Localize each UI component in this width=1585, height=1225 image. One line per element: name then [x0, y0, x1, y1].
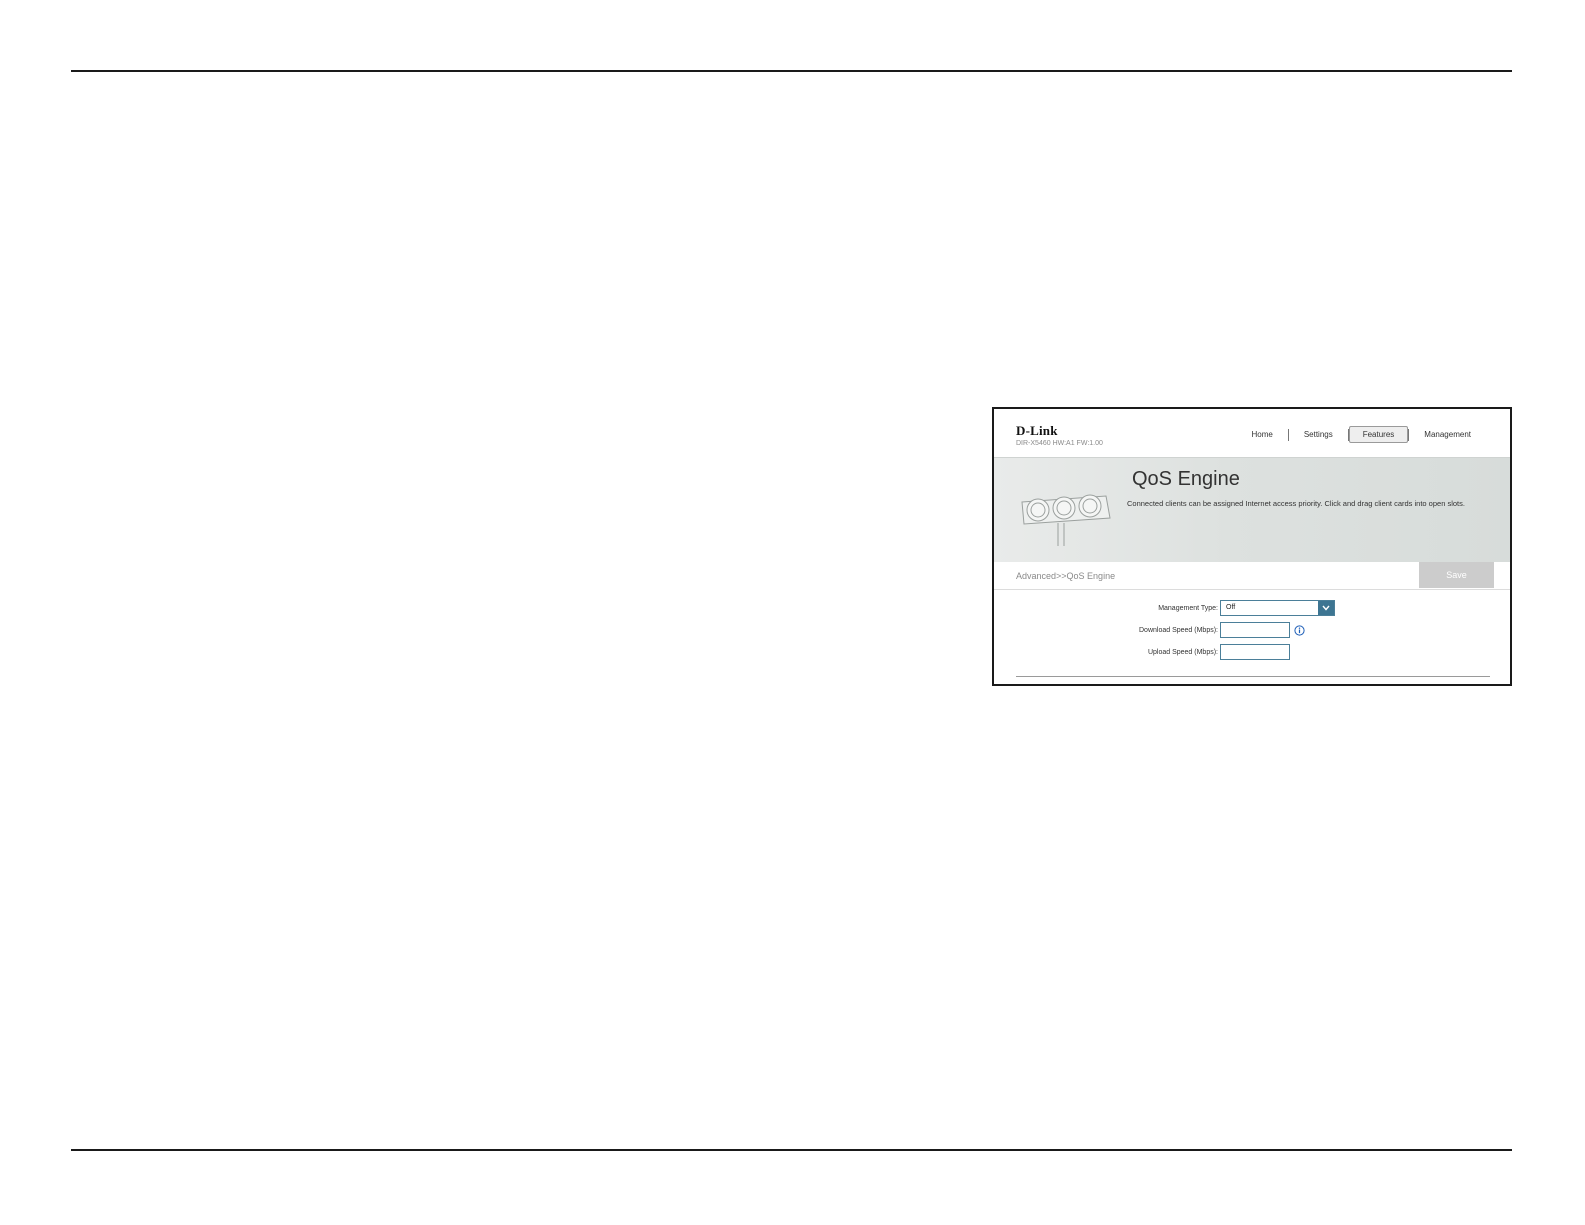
upload-speed-label: Upload Speed (Mbps): — [1147, 649, 1218, 656]
management-type-row: Management Type: Off — [994, 600, 1510, 618]
nav-home[interactable]: Home — [1236, 427, 1287, 442]
management-type-value: Off — [1226, 604, 1236, 611]
top-nav: Home Settings Features Management — [1236, 426, 1486, 443]
page-description: Connected clients can be assigned Intern… — [1127, 499, 1465, 508]
download-speed-label: Download Speed (Mbps): — [1139, 627, 1218, 634]
download-speed-input[interactable] — [1220, 622, 1290, 638]
management-type-label: Management Type: — [1158, 605, 1218, 612]
dlink-logo: D-Link — [1016, 423, 1058, 438]
breadcrumb-bar: Advanced>>QoS Engine Save — [994, 562, 1510, 590]
traffic-light-icon — [1021, 494, 1111, 546]
page-bottom-rule — [71, 1149, 1512, 1151]
page-banner: QoS Engine Connected clients can be assi… — [994, 457, 1510, 563]
download-speed-row: Download Speed (Mbps): — [994, 622, 1510, 640]
upload-speed-input[interactable] — [1220, 644, 1290, 660]
management-type-select[interactable]: Off — [1220, 600, 1335, 616]
model-info: DIR-X5460 HW:A1 FW:1.00 — [1016, 440, 1103, 447]
nav-settings[interactable]: Settings — [1289, 427, 1348, 442]
page-top-rule — [71, 70, 1512, 72]
breadcrumb: Advanced>>QoS Engine — [1016, 571, 1116, 581]
brand: D-Link DIR-X5460 HW:A1 FW:1.00 — [1016, 423, 1103, 447]
form-divider — [1016, 676, 1490, 677]
router-screenshot: D-Link DIR-X5460 HW:A1 FW:1.00 Home Sett… — [992, 407, 1512, 686]
info-icon[interactable] — [1294, 625, 1305, 636]
save-button[interactable]: Save — [1419, 562, 1494, 588]
nav-features[interactable]: Features — [1348, 426, 1409, 443]
upload-speed-row: Upload Speed (Mbps): — [994, 644, 1510, 662]
chevron-down-icon[interactable] — [1318, 601, 1334, 615]
nav-management[interactable]: Management — [1409, 427, 1486, 442]
page-title: QoS Engine — [1132, 468, 1240, 490]
